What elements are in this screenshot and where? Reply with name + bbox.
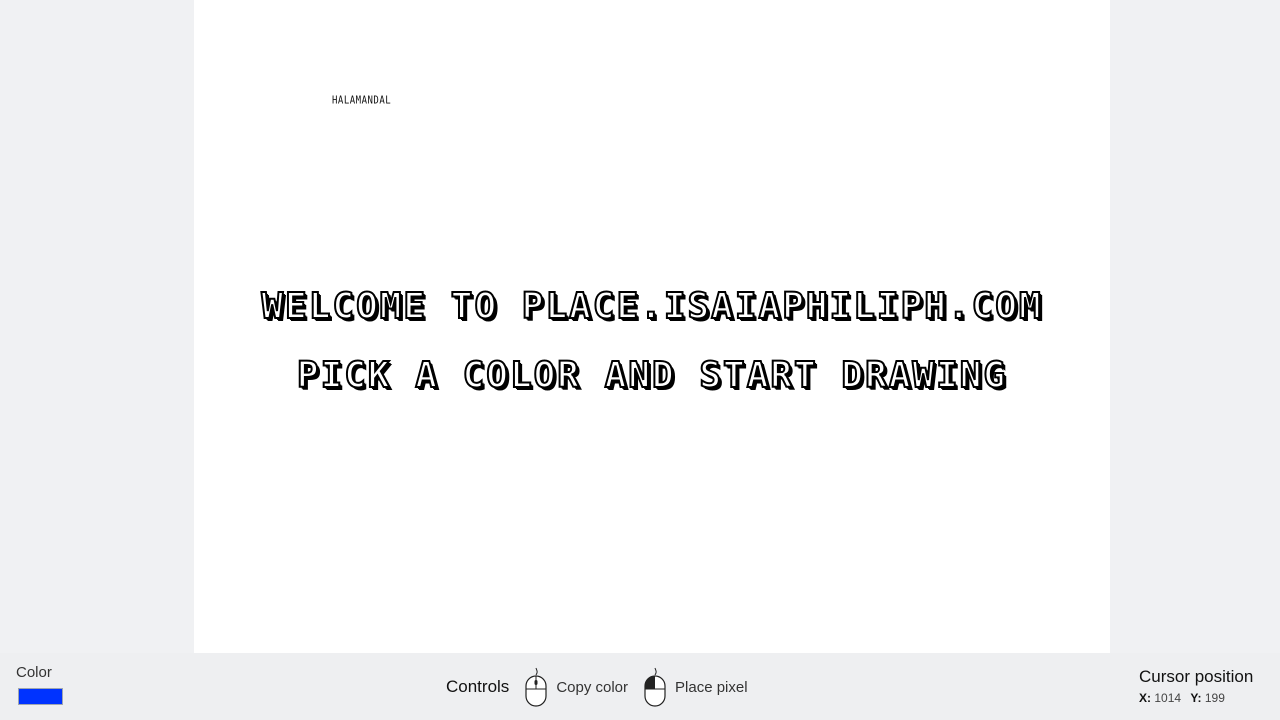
instruction-text: PICK A COLOR AND START DRAWING: [296, 354, 1008, 397]
x-value: 1014: [1154, 691, 1182, 705]
color-label: Color: [16, 664, 52, 681]
app-root: HALAMANDAL WELCOME TO PLACE.ISAIAPHILIPH…: [0, 0, 1280, 720]
canvas-pixel-tag: HALAMANDAL: [332, 95, 392, 107]
welcome-text: WELCOME TO PLACE.ISAIAPHILIPH.COM: [260, 285, 1043, 328]
mouse-left-click-icon: [644, 667, 666, 707]
x-label: X:: [1139, 691, 1151, 705]
controls-legend: Controls Copy color Place pixel: [446, 665, 764, 709]
controls-title: Controls: [446, 677, 510, 696]
control-copy-color: Copy color: [525, 667, 628, 707]
control-place-pixel: Place pixel: [644, 667, 748, 707]
y-value: 199: [1204, 691, 1225, 705]
cursor-position-panel: Cursor position X: 1014 Y: 199: [1139, 667, 1253, 705]
place-pixel-label: Place pixel: [675, 678, 748, 696]
cursor-coordinates: X: 1014 Y: 199: [1139, 691, 1253, 705]
drawing-canvas[interactable]: HALAMANDAL WELCOME TO PLACE.ISAIAPHILIPH…: [194, 0, 1110, 653]
copy-color-label: Copy color: [556, 678, 629, 696]
mouse-right-click-icon: [525, 667, 547, 707]
y-label: Y:: [1190, 691, 1202, 705]
color-panel: Color: [16, 664, 63, 705]
cursor-position-title: Cursor position: [1139, 667, 1254, 686]
selected-color-swatch[interactable]: [18, 688, 63, 705]
